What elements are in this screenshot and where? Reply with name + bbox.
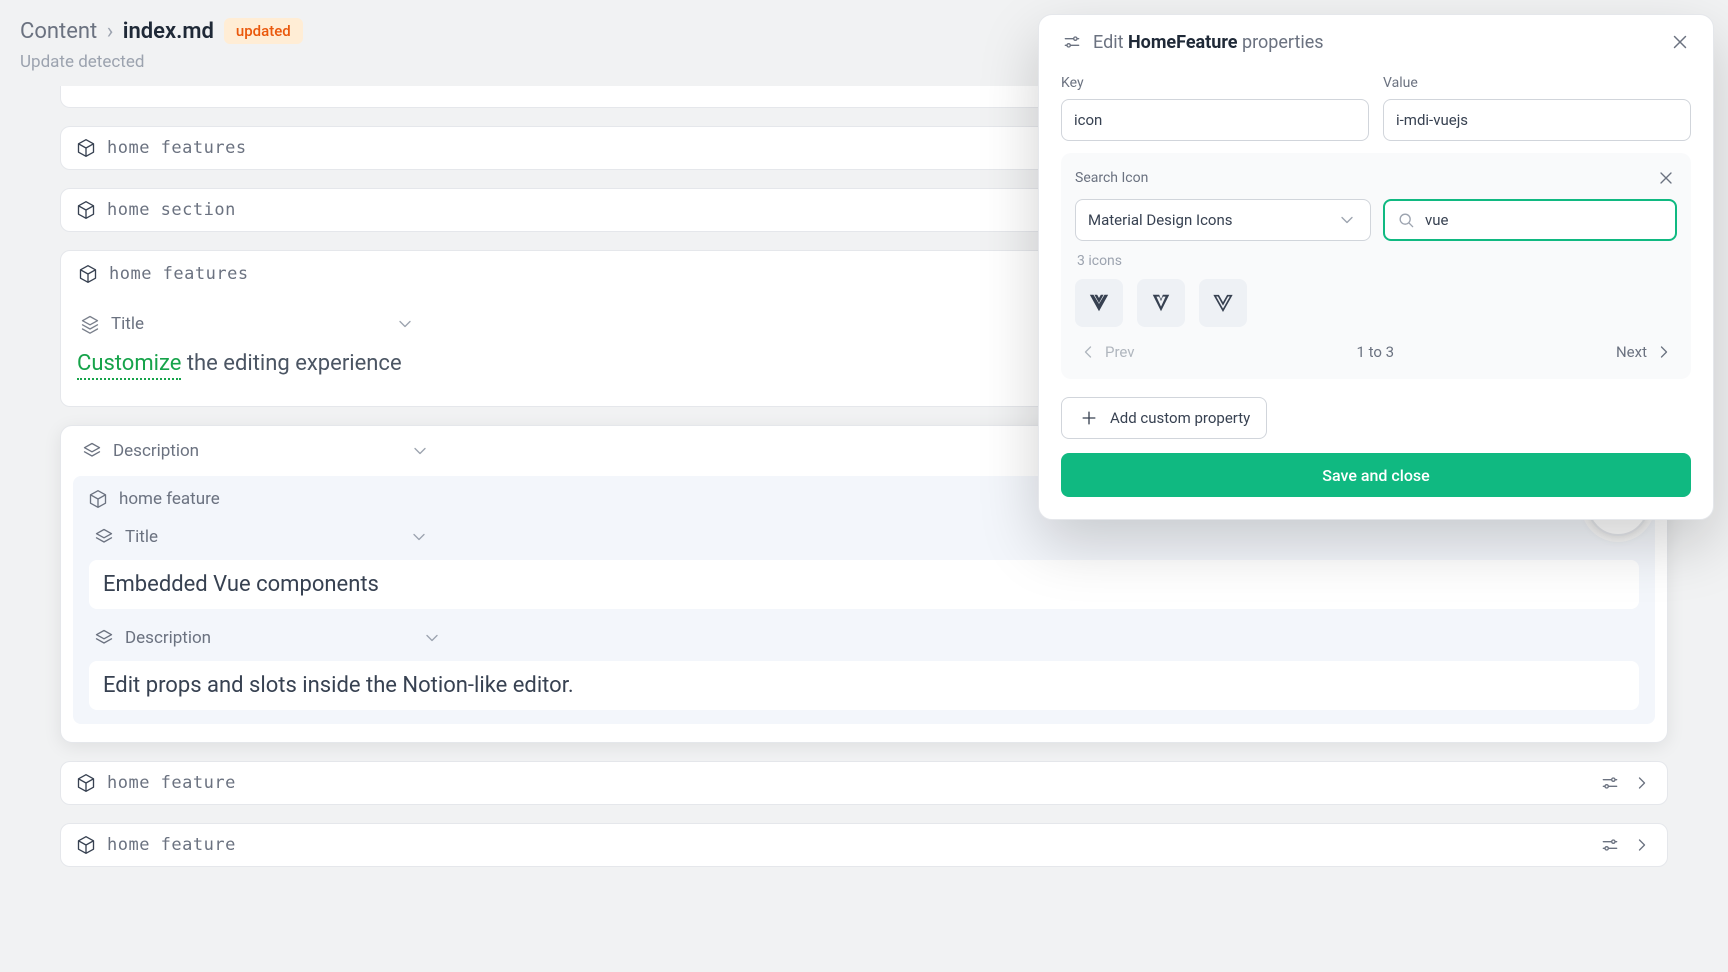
- icon-search-input[interactable]: [1425, 211, 1665, 229]
- cube-icon: [77, 263, 99, 285]
- sliders-icon: [1061, 31, 1083, 53]
- title-highlight: Customize: [77, 351, 181, 380]
- value-label: Value: [1383, 75, 1691, 91]
- chevron-down-icon[interactable]: [408, 526, 430, 548]
- chevron-down-icon[interactable]: [394, 313, 416, 335]
- nested-title-header[interactable]: Title: [89, 524, 1639, 558]
- pager-next[interactable]: Next: [1616, 341, 1675, 363]
- status-badge: updated: [224, 18, 303, 44]
- chevron-down-icon[interactable]: [421, 627, 443, 649]
- breadcrumb-file[interactable]: index.md: [123, 19, 214, 44]
- block-home-feature-sibling[interactable]: home feature: [60, 761, 1668, 805]
- sliders-icon[interactable]: [1599, 772, 1621, 794]
- chevron-down-icon[interactable]: [409, 440, 431, 462]
- icon-pager: Prev 1 to 3 Next: [1075, 327, 1677, 365]
- layers-icon: [93, 627, 115, 649]
- icon-result-vue-outline[interactable]: [1199, 279, 1247, 327]
- layers-icon: [81, 440, 103, 462]
- save-and-close-button[interactable]: Save and close: [1061, 453, 1691, 497]
- cube-icon: [75, 834, 97, 856]
- sliders-icon[interactable]: [1599, 834, 1621, 856]
- icon-result-count: 3 icons: [1077, 253, 1675, 269]
- cube-icon: [87, 488, 109, 510]
- layers-icon: [79, 313, 101, 335]
- slot-label: Title: [111, 314, 144, 334]
- chevron-right-icon[interactable]: [1631, 772, 1653, 794]
- key-label: Key: [1061, 75, 1369, 91]
- icon-library-select[interactable]: Material Design Icons: [1075, 199, 1371, 241]
- search-icon-section: Search Icon Material Design Icons 3 icon…: [1061, 153, 1691, 379]
- pager-range: 1 to 3: [1135, 343, 1616, 361]
- nested-desc-label: Description: [125, 628, 211, 648]
- block-label: home features: [107, 138, 247, 158]
- title-rest: the editing experience: [181, 351, 401, 376]
- layers-icon: [93, 526, 115, 548]
- properties-panel: Edit HomeFeature properties Key Value Se…: [1038, 14, 1714, 520]
- nested-feature-label: home feature: [119, 489, 220, 509]
- icon-result-grid: [1075, 279, 1677, 327]
- breadcrumb[interactable]: Content › index.md: [20, 19, 214, 44]
- icon-search-field[interactable]: [1383, 199, 1677, 241]
- nested-title-value[interactable]: Embedded Vue components: [89, 560, 1639, 609]
- chevron-down-icon: [1336, 209, 1358, 231]
- chevron-left-icon: [1077, 341, 1099, 363]
- cube-icon: [75, 199, 97, 221]
- block-label: home feature: [107, 835, 236, 855]
- slot-label: Description: [113, 441, 199, 461]
- breadcrumb-root[interactable]: Content: [20, 19, 97, 44]
- panel-header: Edit HomeFeature properties: [1039, 15, 1713, 69]
- key-value-row: Key Value: [1061, 75, 1691, 141]
- plus-icon: [1078, 407, 1100, 429]
- nested-desc-header[interactable]: Description: [89, 625, 1639, 659]
- nested-title-label: Title: [125, 527, 158, 547]
- icon-result-vuejs[interactable]: [1075, 279, 1123, 327]
- panel-title: Edit HomeFeature properties: [1093, 32, 1324, 53]
- add-custom-property-button[interactable]: Add custom property: [1061, 397, 1267, 439]
- icon-result-vuetify[interactable]: [1137, 279, 1185, 327]
- cube-icon: [75, 772, 97, 794]
- key-input[interactable]: [1061, 99, 1369, 141]
- block-label: home features: [109, 264, 249, 284]
- chevron-right-icon: [1653, 341, 1675, 363]
- value-input[interactable]: [1383, 99, 1691, 141]
- nested-desc-value[interactable]: Edit props and slots inside the Notion-l…: [89, 661, 1639, 710]
- block-home-feature-sibling[interactable]: home feature: [60, 823, 1668, 867]
- chevron-right-icon[interactable]: [1631, 834, 1653, 856]
- icon-library-value: Material Design Icons: [1088, 211, 1233, 229]
- breadcrumb-separator: ›: [103, 19, 118, 44]
- cube-icon: [75, 137, 97, 159]
- search-icon: [1395, 209, 1417, 231]
- pager-prev[interactable]: Prev: [1077, 341, 1135, 363]
- close-icon[interactable]: [1655, 167, 1677, 189]
- search-heading: Search Icon: [1075, 170, 1148, 186]
- close-icon[interactable]: [1669, 31, 1691, 53]
- block-label: home feature: [107, 773, 236, 793]
- block-label: home section: [107, 200, 236, 220]
